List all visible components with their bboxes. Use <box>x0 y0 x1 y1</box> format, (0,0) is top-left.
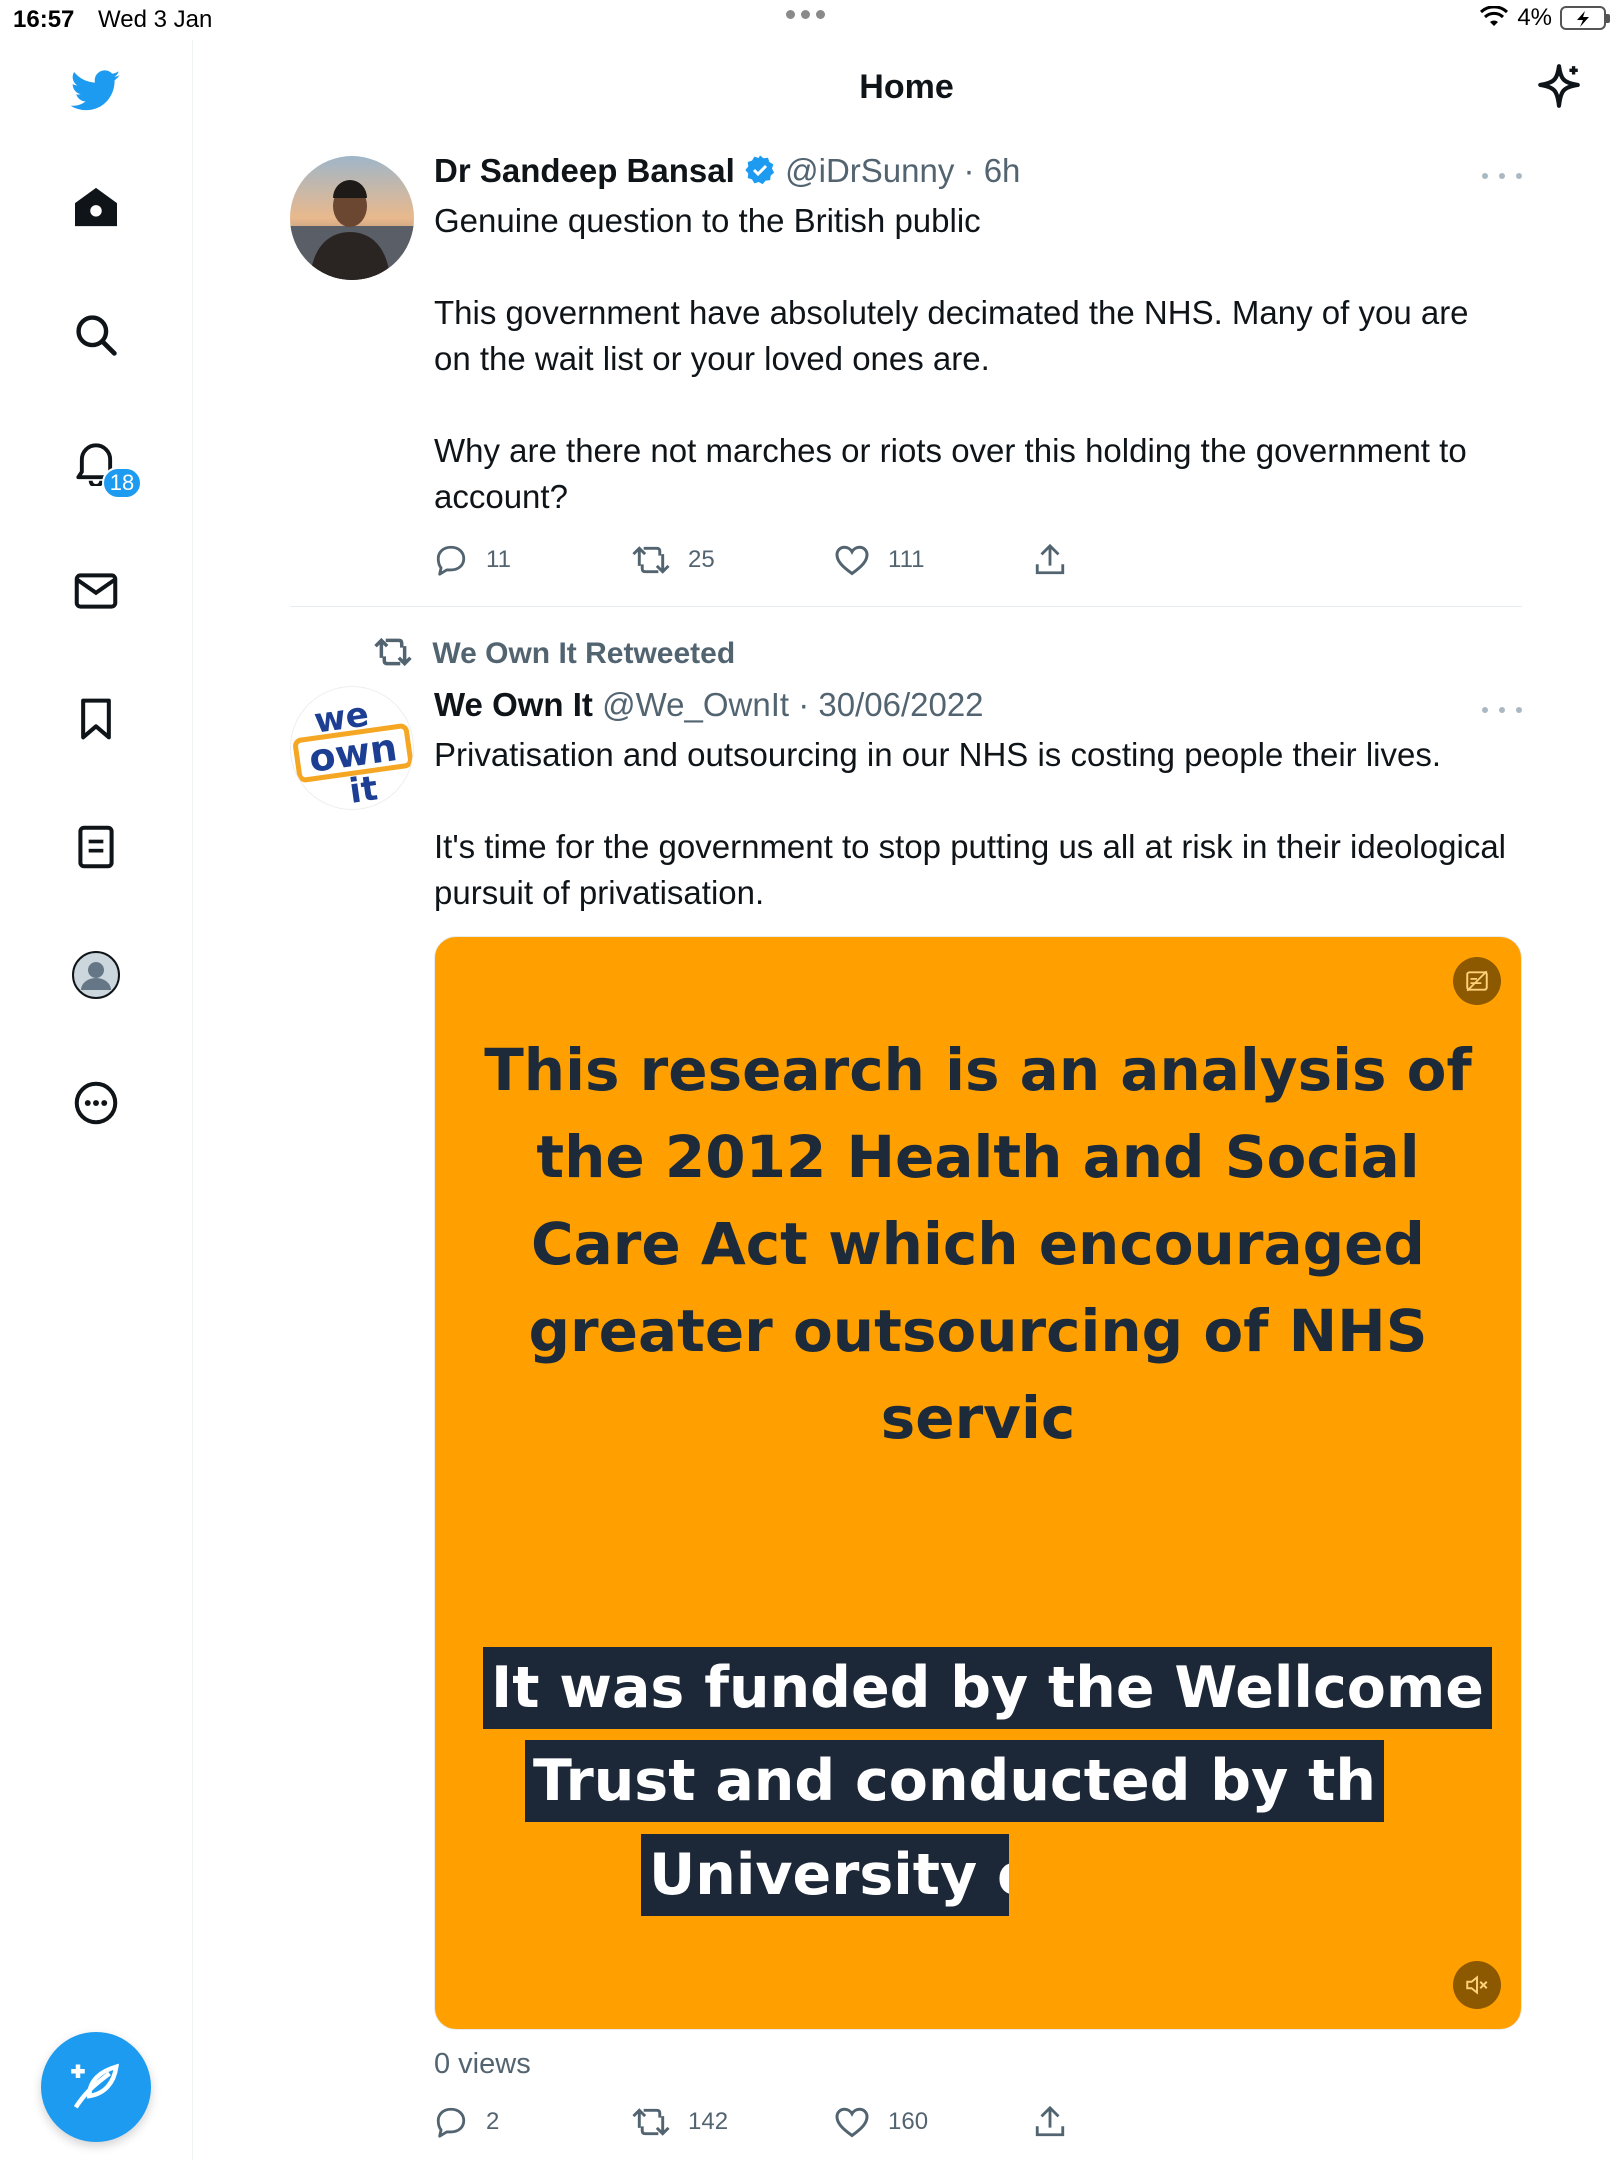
video-caption-line: University of Ox <box>641 1834 1009 1916</box>
share-button[interactable] <box>1034 2102 1066 2142</box>
more-options-icon[interactable] <box>71 1078 121 1128</box>
retweet-icon <box>632 2108 670 2136</box>
author-handle[interactable]: @iDrSunny <box>785 152 954 189</box>
status-right: 4% <box>1479 4 1610 32</box>
lists-icon[interactable] <box>71 822 121 872</box>
reply-icon <box>436 2107 466 2138</box>
retweet-icon <box>374 637 412 667</box>
tweet-video[interactable]: This research is an analysis of the 2012… <box>434 936 1522 2030</box>
avatar[interactable]: we own it <box>290 686 414 810</box>
status-date: Wed 3 Jan <box>98 6 213 33</box>
video-caption-line: Trust and conducted by th <box>525 1740 1384 1822</box>
share-icon <box>1035 543 1065 575</box>
tweet-header: We Own It @We_OwnIt · 30/06/2022 <box>434 686 984 724</box>
tweet-text: Genuine question to the British public T… <box>434 202 1469 515</box>
like-count: 160 <box>888 2108 929 2135</box>
tweet-time[interactable]: · 30/06/2022 <box>798 686 983 723</box>
compose-feather-icon <box>71 2063 119 2109</box>
retweet-count: 142 <box>688 2108 729 2135</box>
wifi-icon <box>1480 6 1509 26</box>
like-button[interactable]: 111 <box>834 540 924 580</box>
avatar-text-it: it <box>347 768 380 810</box>
reply-button[interactable]: 11 <box>434 540 511 580</box>
bookmarks-icon[interactable] <box>71 694 121 744</box>
notifications-badge: 18 <box>102 467 142 499</box>
retweeted-by-line[interactable]: We Own It Retweeted <box>374 636 735 671</box>
heart-icon <box>835 545 869 576</box>
reply-count: 2 <box>486 2108 500 2135</box>
tweet-actions: 2 142 160 <box>434 2102 1134 2142</box>
retweet-count: 25 <box>688 546 715 573</box>
sidebar: 18 <box>0 40 193 2160</box>
messages-icon[interactable] <box>71 566 121 616</box>
video-headline-text: This research is an analysis of the 2012… <box>484 1036 1472 1452</box>
captions-icon[interactable] <box>1453 957 1501 1005</box>
author-name[interactable]: We Own It <box>434 686 593 723</box>
tweet-actions: 11 25 111 <box>434 540 1134 580</box>
tweet-more-icon[interactable] <box>1482 700 1522 720</box>
tweet-time[interactable]: · 6h <box>964 152 1021 189</box>
sparkle-timeline-icon[interactable] <box>1534 62 1584 112</box>
author-name[interactable]: Dr Sandeep Bansal <box>434 152 735 189</box>
retweeted-by-label: We Own It Retweeted <box>432 637 736 670</box>
avatar[interactable] <box>290 156 414 280</box>
battery-icon <box>1560 6 1610 30</box>
tweet-text: Privatisation and outsourcing in our NHS… <box>434 736 1507 911</box>
verified-badge-icon <box>745 155 775 185</box>
compose-tweet-button[interactable] <box>41 2032 151 2142</box>
share-button[interactable] <box>1034 540 1066 580</box>
reply-count: 11 <box>486 546 511 573</box>
page-title: Home <box>859 68 954 106</box>
heart-icon <box>835 2107 869 2138</box>
multitasking-dots-icon[interactable] <box>786 10 825 19</box>
twitter-logo-icon[interactable] <box>71 66 121 116</box>
like-count: 111 <box>888 546 925 573</box>
video-caption-line: It was funded by the Wellcome <box>483 1647 1492 1729</box>
retweet-button[interactable]: 142 <box>632 2102 728 2142</box>
tweet[interactable]: Dr Sandeep Bansal @iDrSunny · 6h Genuine… <box>290 152 1522 582</box>
share-icon <box>1035 2105 1065 2137</box>
battery-percent: 4% <box>1517 4 1552 31</box>
mute-icon[interactable] <box>1453 1961 1501 2009</box>
profile-avatar-icon[interactable] <box>71 950 121 1000</box>
author-handle[interactable]: @We_OwnIt <box>602 686 789 723</box>
views-count: 0 views <box>434 2048 531 2080</box>
search-icon[interactable] <box>71 310 121 360</box>
reply-icon <box>436 545 466 576</box>
tweet-more-icon[interactable] <box>1482 166 1522 186</box>
reply-button[interactable]: 2 <box>434 2102 499 2142</box>
status-bar: 16:57 Wed 3 Jan 4% <box>0 0 1620 40</box>
tweet-header: Dr Sandeep Bansal @iDrSunny · 6h <box>434 152 1020 190</box>
retweet-icon <box>632 546 670 574</box>
retweet-button[interactable]: 25 <box>632 540 715 580</box>
status-time: 16:57 <box>13 6 75 33</box>
tweet-divider <box>290 606 1522 607</box>
like-button[interactable]: 160 <box>834 2102 928 2142</box>
home-icon[interactable] <box>71 182 121 232</box>
